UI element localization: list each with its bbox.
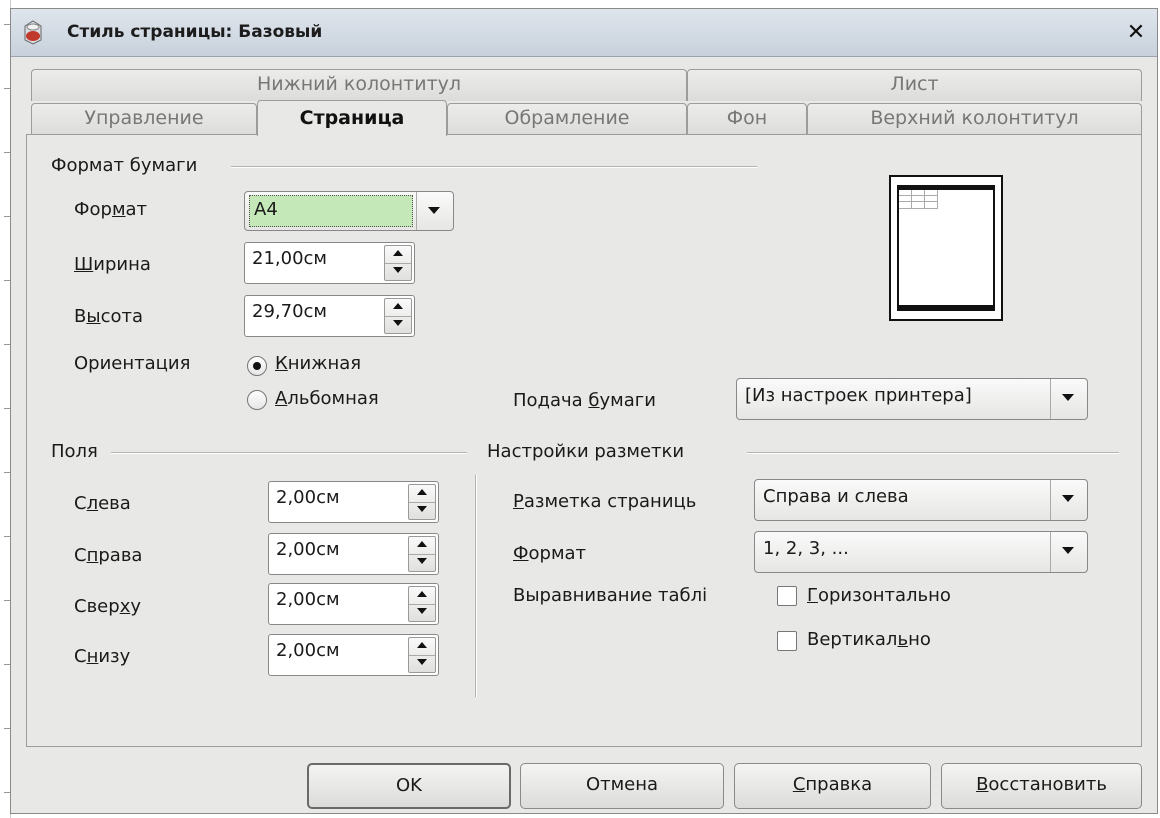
- left-margin-stepper[interactable]: [408, 484, 436, 520]
- bottom-margin-label: Снизу: [74, 646, 131, 667]
- orientation-label: Ориентация: [74, 353, 191, 374]
- dialog-title: Стиль страницы: Базовый: [67, 22, 323, 42]
- horizontal-label[interactable]: Горизонтально: [807, 585, 951, 606]
- top-margin-value: 2,00см: [276, 589, 340, 610]
- tab-page[interactable]: Страница: [257, 100, 447, 136]
- paper-tray-select[interactable]: [Из настроек принтера]: [736, 378, 1088, 420]
- help-button[interactable]: Справка: [734, 763, 931, 809]
- left-margin-value: 2,00см: [276, 487, 340, 508]
- paper-format-group-title: Формат бумаги: [51, 155, 198, 176]
- width-label: Ширина: [74, 254, 151, 275]
- decrement-icon[interactable]: [409, 604, 435, 621]
- chevron-down-icon[interactable]: [416, 192, 453, 230]
- divider: [747, 452, 1119, 454]
- left-margin-spinbox[interactable]: 2,00см: [268, 481, 439, 523]
- ok-button[interactable]: OK: [307, 763, 511, 809]
- chevron-down-icon[interactable]: [1050, 379, 1087, 419]
- increment-icon[interactable]: [409, 638, 435, 656]
- height-stepper[interactable]: [384, 298, 412, 334]
- close-icon[interactable]: ✕: [1123, 20, 1149, 46]
- chevron-down-icon[interactable]: [1050, 480, 1087, 520]
- bottom-margin-value: 2,00см: [276, 640, 340, 661]
- top-ruler: [10, 0, 1160, 8]
- tab-sheet[interactable]: Лист: [687, 69, 1142, 101]
- horizontal-checkbox[interactable]: [777, 586, 797, 606]
- chevron-down-icon[interactable]: [1050, 532, 1087, 572]
- right-margin-value: 2,00см: [276, 539, 340, 560]
- page-layout-value: Справа и слева: [763, 486, 909, 507]
- decrement-icon[interactable]: [409, 502, 435, 519]
- landscape-radio[interactable]: [247, 390, 267, 410]
- paper-tray-label: Подача бумаги: [513, 390, 656, 411]
- height-label: Высота: [74, 306, 144, 327]
- portrait-label[interactable]: Книжная: [275, 353, 361, 374]
- decrement-icon[interactable]: [409, 554, 435, 571]
- paper-format-value: A4: [249, 195, 413, 227]
- vertical-checkbox[interactable]: [777, 631, 797, 651]
- tab-footer[interactable]: Нижний колонтитул: [31, 69, 687, 101]
- vertical-label[interactable]: Вертикально: [807, 629, 931, 650]
- width-value: 21,00см: [252, 248, 328, 269]
- margins-group-title: Поля: [51, 441, 98, 462]
- page-style-dialog: Стиль страницы: Базовый ✕ Нижний колонти…: [10, 8, 1158, 814]
- increment-icon[interactable]: [409, 485, 435, 503]
- decrement-icon[interactable]: [385, 263, 411, 280]
- right-margin-stepper[interactable]: [408, 536, 436, 572]
- right-margin-label: Справа: [74, 545, 143, 566]
- increment-icon[interactable]: [385, 299, 411, 317]
- layout-settings-group-title: Настройки разметки: [487, 441, 685, 462]
- title-bar[interactable]: Стиль страницы: Базовый ✕: [11, 9, 1157, 57]
- divider: [111, 452, 467, 454]
- top-margin-spinbox[interactable]: 2,00см: [268, 583, 439, 625]
- bottom-margin-stepper[interactable]: [408, 637, 436, 673]
- divider: [231, 166, 757, 168]
- app-icon: [24, 20, 42, 45]
- tab-header[interactable]: Верхний колонтитул: [807, 103, 1142, 135]
- width-stepper[interactable]: [384, 245, 412, 281]
- width-spinbox[interactable]: 21,00см: [244, 242, 415, 284]
- left-margin-label: Слева: [74, 493, 131, 514]
- divider: [475, 475, 477, 697]
- decrement-icon[interactable]: [409, 655, 435, 672]
- reset-button[interactable]: Восстановить: [941, 763, 1142, 809]
- preview-page: [897, 185, 995, 311]
- bottom-margin-spinbox[interactable]: 2,00см: [268, 634, 439, 676]
- number-format-select[interactable]: 1, 2, 3, ...: [754, 531, 1088, 573]
- table-alignment-label: Выравнивание таблі: [513, 585, 708, 606]
- screen: Стиль страницы: Базовый ✕ Нижний колонти…: [0, 0, 1160, 818]
- increment-icon[interactable]: [385, 246, 411, 264]
- right-margin-spinbox[interactable]: 2,00см: [268, 533, 439, 575]
- number-format-value: 1, 2, 3, ...: [763, 538, 849, 559]
- format-label: Формат: [74, 199, 148, 220]
- page-layout-label: Разметка страниць: [513, 491, 697, 512]
- portrait-radio[interactable]: [247, 356, 267, 376]
- top-margin-stepper[interactable]: [408, 586, 436, 622]
- tab-organizer[interactable]: Управление: [31, 103, 257, 135]
- increment-icon[interactable]: [409, 587, 435, 605]
- page-preview: [889, 175, 1003, 321]
- number-format-label: Формат: [513, 543, 587, 564]
- height-value: 29,70см: [252, 301, 328, 322]
- paper-format-select[interactable]: A4: [244, 191, 454, 231]
- height-spinbox[interactable]: 29,70см: [244, 295, 415, 337]
- paper-tray-value: [Из настроек принтера]: [745, 385, 972, 406]
- page-layout-select[interactable]: Справа и слева: [754, 479, 1088, 521]
- landscape-label[interactable]: Альбомная: [275, 388, 379, 409]
- top-margin-label: Сверху: [74, 596, 141, 617]
- increment-icon[interactable]: [409, 537, 435, 555]
- tab-background[interactable]: Фон: [687, 103, 807, 135]
- tab-borders[interactable]: Обрамление: [447, 103, 687, 135]
- cancel-button[interactable]: Отмена: [520, 763, 724, 809]
- decrement-icon[interactable]: [385, 316, 411, 333]
- preview-table-grid: [899, 190, 938, 209]
